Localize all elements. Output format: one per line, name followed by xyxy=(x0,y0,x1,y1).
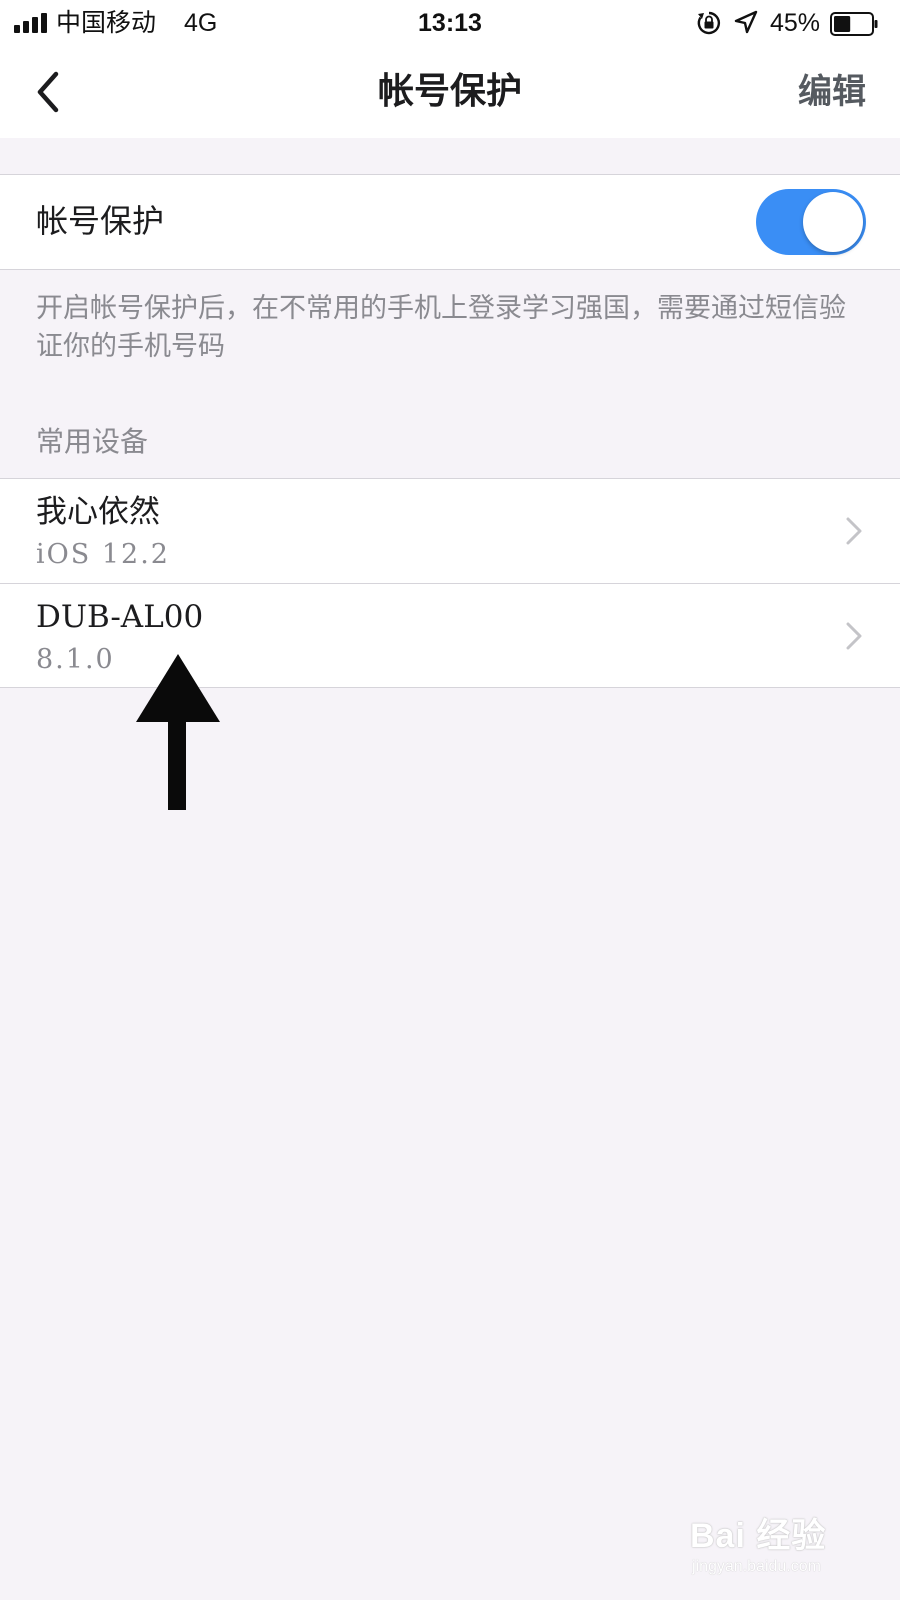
baidu-watermark: Bai 经验 jingyan.baidu.com xyxy=(690,1508,890,1588)
nav-bar: 帐号保护 编辑 xyxy=(0,46,900,138)
status-time: 13:13 xyxy=(418,9,482,37)
devices-section-header: 常用设备 xyxy=(36,425,149,458)
device-name: DUB-AL00 xyxy=(36,599,204,635)
device-os: iOS 12.2 xyxy=(36,539,170,570)
account-protection-label: 帐号保护 xyxy=(36,202,165,240)
account-protection-row: 帐号保护 xyxy=(0,174,900,270)
battery-percent: 45% xyxy=(770,9,821,37)
chevron-right-icon xyxy=(846,517,862,545)
account-protection-toggle[interactable] xyxy=(756,189,866,255)
device-row[interactable]: DUB-AL00 8.1.0 xyxy=(0,584,900,688)
watermark-logo: Bai 经验 xyxy=(690,1517,827,1555)
chevron-right-icon xyxy=(846,622,862,650)
device-name: 我心依然 xyxy=(36,494,160,530)
device-os: 8.1.0 xyxy=(36,644,115,675)
location-icon xyxy=(734,10,758,34)
toggle-knob xyxy=(803,192,863,252)
battery-icon xyxy=(830,12,878,36)
rotation-lock-icon xyxy=(697,11,721,35)
device-row[interactable]: 我心依然 iOS 12.2 xyxy=(0,479,900,583)
status-bar: 中国移动 4G 13:13 45% xyxy=(0,0,900,46)
device-list: 我心依然 iOS 12.2 DUB-AL00 8.1.0 xyxy=(0,478,900,688)
page-title: 帐号保护 xyxy=(377,71,522,112)
up-arrow-icon xyxy=(136,654,220,810)
protection-description: 开启帐号保护后，在不常用的手机上登录学习强国，需要通过短信验证你的手机号码 xyxy=(36,293,846,362)
watermark-url: jingyan.baidu.com xyxy=(692,1558,821,1575)
edit-button[interactable]: 编辑 xyxy=(798,70,866,114)
